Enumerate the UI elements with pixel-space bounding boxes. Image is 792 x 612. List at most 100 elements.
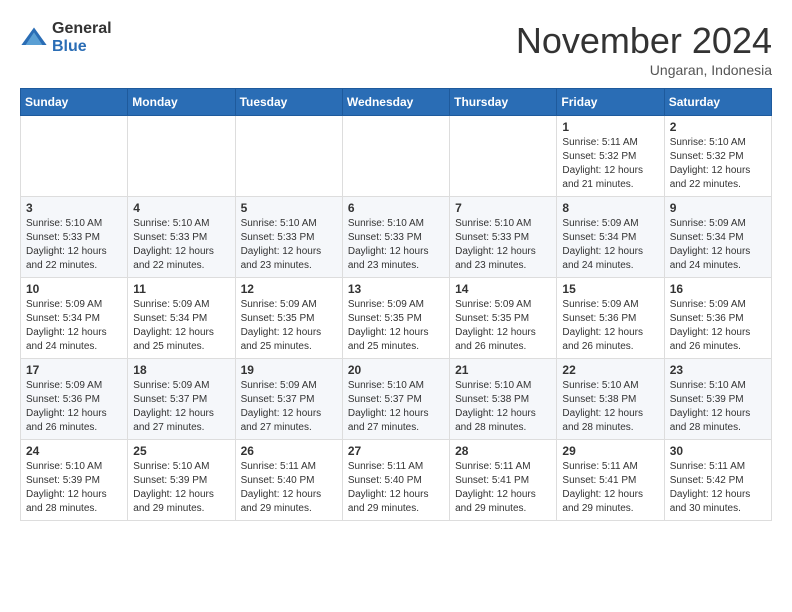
calendar-header-sunday: Sunday: [21, 89, 128, 116]
day-info: Sunrise: 5:09 AM Sunset: 5:37 PM Dayligh…: [133, 379, 229, 435]
day-number: 21: [455, 363, 551, 377]
calendar-cell: 2 Sunrise: 5:10 AM Sunset: 5:32 PM Daylig…: [664, 116, 771, 197]
calendar-cell: 19Sunrise: 5:09 AM Sunset: 5:37 PM Dayli…: [235, 359, 342, 440]
calendar-cell: 8Sunrise: 5:09 AM Sunset: 5:34 PM Daylig…: [557, 197, 664, 278]
calendar-header-tuesday: Tuesday: [235, 89, 342, 116]
calendar-cell: 12 Sunrise: 5:09 AM Sunset: 5:35 PM Dayli…: [235, 278, 342, 359]
logo-text: General Blue: [52, 20, 112, 55]
day-number: 30: [670, 444, 766, 458]
calendar-week-row-2: 3 Sunrise: 5:10 AM Sunset: 5:33 PM Daylig…: [21, 197, 772, 278]
day-info: Sunrise: 5:10 AM Sunset: 5:33 PM Dayligh…: [241, 217, 337, 273]
day-info: Sunrise: 5:09 AM Sunset: 5:36 PM Dayligh…: [26, 379, 122, 435]
day-number: 8: [562, 201, 658, 215]
calendar-cell: 9 Sunrise: 5:09 AM Sunset: 5:34 PM Daylig…: [664, 197, 771, 278]
calendar-cell: 5 Sunrise: 5:10 AM Sunset: 5:33 PM Daylig…: [235, 197, 342, 278]
day-number: 4: [133, 201, 229, 215]
calendar-cell: 26Sunrise: 5:11 AM Sunset: 5:40 PM Dayli…: [235, 440, 342, 521]
day-number: 9: [670, 201, 766, 215]
calendar-cell: 11 Sunrise: 5:09 AM Sunset: 5:34 PM Dayli…: [128, 278, 235, 359]
calendar-header-wednesday: Wednesday: [342, 89, 449, 116]
day-number: 22: [562, 363, 658, 377]
day-number: 14: [455, 282, 551, 296]
day-info: Sunrise: 5:11 AM Sunset: 5:41 PM Dayligh…: [455, 460, 551, 516]
logo-icon: [20, 24, 48, 52]
calendar-cell: 20Sunrise: 5:10 AM Sunset: 5:37 PM Dayli…: [342, 359, 449, 440]
calendar-cell: 14Sunrise: 5:09 AM Sunset: 5:35 PM Dayli…: [450, 278, 557, 359]
day-number: 11: [133, 282, 229, 296]
day-number: 24: [26, 444, 122, 458]
day-info: Sunrise: 5:10 AM Sunset: 5:39 PM Dayligh…: [26, 460, 122, 516]
title-block: November 2024 Ungaran, Indonesia: [516, 20, 772, 78]
calendar-cell: 17 Sunrise: 5:09 AM Sunset: 5:36 PM Dayli…: [21, 359, 128, 440]
calendar-week-row-5: 24 Sunrise: 5:10 AM Sunset: 5:39 PM Dayli…: [21, 440, 772, 521]
day-number: 19: [241, 363, 337, 377]
page-header: General Blue November 2024 Ungaran, Indo…: [20, 20, 772, 78]
day-info: Sunrise: 5:10 AM Sunset: 5:33 PM Dayligh…: [133, 217, 229, 273]
day-info: Sunrise: 5:10 AM Sunset: 5:33 PM Dayligh…: [348, 217, 444, 273]
day-number: 18: [133, 363, 229, 377]
day-number: 12: [241, 282, 337, 296]
day-info: Sunrise: 5:11 AM Sunset: 5:42 PM Dayligh…: [670, 460, 766, 516]
day-number: 29: [562, 444, 658, 458]
day-info: Sunrise: 5:09 AM Sunset: 5:34 PM Dayligh…: [670, 217, 766, 273]
calendar-week-row-4: 17 Sunrise: 5:09 AM Sunset: 5:36 PM Dayli…: [21, 359, 772, 440]
calendar-header-friday: Friday: [557, 89, 664, 116]
calendar-cell: 28 Sunrise: 5:11 AM Sunset: 5:41 PM Dayli…: [450, 440, 557, 521]
day-number: 6: [348, 201, 444, 215]
calendar-cell: 4 Sunrise: 5:10 AM Sunset: 5:33 PM Daylig…: [128, 197, 235, 278]
day-info: Sunrise: 5:11 AM Sunset: 5:41 PM Dayligh…: [562, 460, 658, 516]
day-info: Sunrise: 5:10 AM Sunset: 5:32 PM Dayligh…: [670, 136, 766, 192]
day-number: 25: [133, 444, 229, 458]
day-number: 3: [26, 201, 122, 215]
calendar-cell: 3 Sunrise: 5:10 AM Sunset: 5:33 PM Daylig…: [21, 197, 128, 278]
calendar-header-saturday: Saturday: [664, 89, 771, 116]
day-info: Sunrise: 5:10 AM Sunset: 5:33 PM Dayligh…: [26, 217, 122, 273]
day-info: Sunrise: 5:09 AM Sunset: 5:34 PM Dayligh…: [133, 298, 229, 354]
calendar-cell: [128, 116, 235, 197]
day-info: Sunrise: 5:09 AM Sunset: 5:36 PM Dayligh…: [670, 298, 766, 354]
calendar-cell: 6 Sunrise: 5:10 AM Sunset: 5:33 PM Daylig…: [342, 197, 449, 278]
day-info: Sunrise: 5:10 AM Sunset: 5:38 PM Dayligh…: [562, 379, 658, 435]
calendar-cell: 27 Sunrise: 5:11 AM Sunset: 5:40 PM Dayli…: [342, 440, 449, 521]
calendar-week-row-1: 1 Sunrise: 5:11 AM Sunset: 5:32 PM Daylig…: [21, 116, 772, 197]
logo-general-text: General: [52, 20, 112, 38]
calendar-cell: 13 Sunrise: 5:09 AM Sunset: 5:35 PM Dayli…: [342, 278, 449, 359]
logo: General Blue: [20, 20, 112, 55]
day-number: 10: [26, 282, 122, 296]
day-number: 1: [562, 120, 658, 134]
calendar-cell: 16Sunrise: 5:09 AM Sunset: 5:36 PM Dayli…: [664, 278, 771, 359]
day-info: Sunrise: 5:11 AM Sunset: 5:32 PM Dayligh…: [562, 136, 658, 192]
day-number: 7: [455, 201, 551, 215]
calendar-cell: 7 Sunrise: 5:10 AM Sunset: 5:33 PM Daylig…: [450, 197, 557, 278]
calendar-cell: 22 Sunrise: 5:10 AM Sunset: 5:38 PM Dayli…: [557, 359, 664, 440]
day-number: 15: [562, 282, 658, 296]
calendar-cell: 21Sunrise: 5:10 AM Sunset: 5:38 PM Dayli…: [450, 359, 557, 440]
day-number: 20: [348, 363, 444, 377]
calendar-cell: [235, 116, 342, 197]
day-info: Sunrise: 5:09 AM Sunset: 5:36 PM Dayligh…: [562, 298, 658, 354]
day-number: 17: [26, 363, 122, 377]
day-number: 2: [670, 120, 766, 134]
day-number: 28: [455, 444, 551, 458]
calendar-cell: 29 Sunrise: 5:11 AM Sunset: 5:41 PM Dayli…: [557, 440, 664, 521]
calendar-cell: 10 Sunrise: 5:09 AM Sunset: 5:34 PM Dayli…: [21, 278, 128, 359]
day-info: Sunrise: 5:09 AM Sunset: 5:35 PM Dayligh…: [348, 298, 444, 354]
calendar-cell: 18 Sunrise: 5:09 AM Sunset: 5:37 PM Dayli…: [128, 359, 235, 440]
day-info: Sunrise: 5:11 AM Sunset: 5:40 PM Dayligh…: [348, 460, 444, 516]
day-number: 27: [348, 444, 444, 458]
day-info: Sunrise: 5:10 AM Sunset: 5:39 PM Dayligh…: [133, 460, 229, 516]
day-info: Sunrise: 5:11 AM Sunset: 5:40 PM Dayligh…: [241, 460, 337, 516]
day-info: Sunrise: 5:10 AM Sunset: 5:33 PM Dayligh…: [455, 217, 551, 273]
day-info: Sunrise: 5:09 AM Sunset: 5:35 PM Dayligh…: [241, 298, 337, 354]
day-info: Sunrise: 5:09 AM Sunset: 5:34 PM Dayligh…: [26, 298, 122, 354]
calendar-cell: [450, 116, 557, 197]
calendar-cell: 1 Sunrise: 5:11 AM Sunset: 5:32 PM Daylig…: [557, 116, 664, 197]
day-number: 13: [348, 282, 444, 296]
calendar-cell: [342, 116, 449, 197]
calendar-cell: 15 Sunrise: 5:09 AM Sunset: 5:36 PM Dayli…: [557, 278, 664, 359]
month-title: November 2024: [516, 20, 772, 62]
day-number: 23: [670, 363, 766, 377]
calendar-table: SundayMondayTuesdayWednesdayThursdayFrid…: [20, 88, 772, 521]
calendar-header-row: SundayMondayTuesdayWednesdayThursdayFrid…: [21, 89, 772, 116]
day-number: 5: [241, 201, 337, 215]
